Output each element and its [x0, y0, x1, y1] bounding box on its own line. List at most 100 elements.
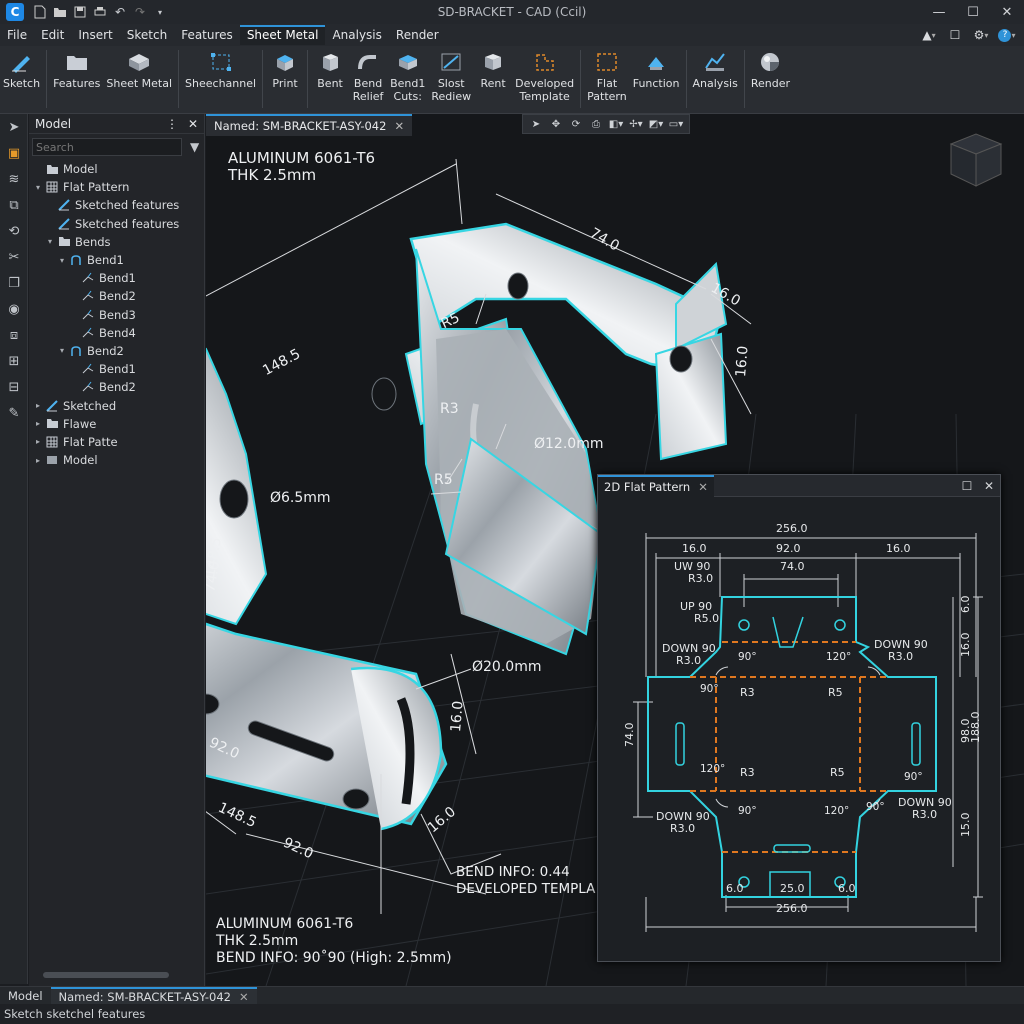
tab-model[interactable]: Model [0, 987, 51, 1005]
ribbon-rent-button[interactable]: Rent [474, 46, 512, 90]
expand-toggle-icon[interactable]: ▾ [57, 256, 67, 265]
tree-search-input[interactable] [32, 138, 182, 156]
menu-sketch[interactable]: Sketch [120, 25, 174, 45]
part-icon[interactable]: ▣ [0, 140, 28, 166]
select-arrow-icon[interactable]: ➤ [0, 114, 28, 140]
check-icon[interactable]: ◉ [0, 296, 28, 322]
help-icon[interactable]: ? ▾ [996, 26, 1018, 44]
layers-icon[interactable]: ≋ [0, 166, 28, 192]
expand-toggle-icon[interactable]: ▸ [33, 437, 43, 446]
close-icon[interactable]: ✕ [978, 479, 1000, 493]
tree-node[interactable]: Model [29, 160, 204, 178]
tree-node[interactable]: Bend2 [29, 287, 204, 305]
tree-node[interactable]: Bend2 [29, 378, 204, 396]
cut-icon[interactable]: ✂ [0, 244, 28, 270]
document-tab[interactable]: Named: SM-BRACKET-ASY-042 ✕ [206, 114, 413, 136]
expand-toggle-icon[interactable]: ▾ [45, 237, 55, 246]
close-icon[interactable]: ✕ [698, 480, 708, 494]
close-icon[interactable]: ✕ [188, 117, 198, 131]
open-folder-icon[interactable] [50, 2, 70, 22]
maximize-icon[interactable]: ☐ [956, 479, 978, 493]
ribbon-bend-cuts-button[interactable]: Bend1 Cuts: [387, 46, 428, 103]
select-icon[interactable]: ➤ [527, 116, 545, 132]
sheet-icon[interactable]: ⊞ [0, 348, 28, 374]
tree-node[interactable]: Sketched features [29, 196, 204, 214]
rotate-icon[interactable]: ⟲ [0, 218, 28, 244]
window-icon[interactable]: ☐ [944, 26, 966, 44]
tree-node[interactable]: ▸ Flawe [29, 415, 204, 433]
undo-icon[interactable]: ↶ [110, 2, 130, 22]
close-icon[interactable]: ✕ [394, 119, 404, 133]
expand-toggle-icon[interactable]: ▾ [57, 346, 67, 355]
ribbon-bent-button[interactable]: Bent [311, 46, 349, 90]
close-icon[interactable]: ✕ [239, 990, 249, 1004]
monitor-icon[interactable]: ▭▾ [667, 116, 685, 132]
expand-toggle-icon[interactable]: ▾ [33, 183, 43, 192]
customize-dropdown-icon[interactable]: ▾ [150, 2, 170, 22]
expand-toggle-icon[interactable]: ▸ [33, 419, 43, 428]
tree-node[interactable]: Sketched features [29, 215, 204, 233]
tree-node[interactable]: ▸ Sketched [29, 396, 204, 414]
section-icon[interactable]: ◩▾ [647, 116, 665, 132]
tree-node[interactable]: ▾ Bend1 [29, 251, 204, 269]
minimize-icon[interactable]: — [922, 0, 956, 24]
close-icon[interactable]: ✕ [990, 0, 1024, 24]
move-icon[interactable]: ✢▾ [627, 116, 645, 132]
tree-node[interactable]: ▸ Flat Patte [29, 433, 204, 451]
tree-node[interactable]: ▾ Flat Pattern [29, 178, 204, 196]
maximize-icon[interactable]: ☐ [956, 0, 990, 24]
tab-document[interactable]: Named: SM-BRACKET-ASY-042 ✕ [50, 986, 257, 1005]
ribbon-render-button[interactable]: Render [748, 46, 793, 90]
save-icon[interactable] [70, 2, 90, 22]
ribbon-function-button[interactable]: Function [630, 46, 683, 90]
ribbon-print-button[interactable]: Print [266, 46, 304, 90]
new-file-icon[interactable] [30, 2, 50, 22]
tree-node[interactable]: ▾ Bends [29, 233, 204, 251]
ribbon-developed-template-button[interactable]: Developed Template [512, 46, 577, 103]
filter-icon[interactable]: ▼ [190, 140, 199, 154]
menu-render[interactable]: Render [389, 25, 446, 45]
display-style-icon[interactable]: ◧▾ [607, 116, 625, 132]
ribbon-flat-pattern-button[interactable]: Flat Pattern [584, 46, 630, 103]
warning-icon[interactable]: ▲ ▾ [918, 26, 940, 44]
tree-node[interactable]: Bend1 [29, 360, 204, 378]
copy-icon[interactable]: ❐ [0, 270, 28, 296]
tree-scrollbar[interactable] [43, 972, 169, 978]
print-view-icon[interactable]: ⎙ [587, 116, 605, 132]
ribbon-sketch-button[interactable]: Sketch [0, 46, 43, 90]
assembly-icon[interactable]: ⧉ [0, 192, 28, 218]
flat-pattern-tab[interactable]: 2D Flat Pattern ✕ [598, 474, 714, 497]
ribbon-sheet-channel-button[interactable]: Sheechannel [182, 46, 259, 90]
stack-icon[interactable]: ⧈ [0, 322, 28, 348]
ribbon-analysis-button[interactable]: Analysis [690, 46, 741, 90]
print-icon[interactable] [90, 2, 110, 22]
redo-icon[interactable]: ↷ [130, 2, 150, 22]
expand-toggle-icon[interactable]: ▸ [33, 401, 43, 410]
ribbon-bend-relief-button[interactable]: Bend Relief [349, 46, 387, 103]
tree-node[interactable]: Bend4 [29, 324, 204, 342]
menu-insert[interactable]: Insert [71, 25, 119, 45]
tree-node[interactable]: Bend3 [29, 306, 204, 324]
menu-sheet-metal[interactable]: Sheet Metal [239, 25, 326, 45]
rotate-view-icon[interactable]: ⟳ [567, 116, 585, 132]
menu-edit[interactable]: Edit [34, 25, 71, 45]
wrench-icon[interactable]: ✎ [0, 400, 28, 426]
flat-dimension-label: 6.0 [726, 882, 744, 895]
tree-node[interactable]: ▸ Model [29, 451, 204, 469]
view-cube[interactable] [949, 133, 1003, 187]
menu-file[interactable]: File [0, 25, 34, 45]
settings-icon[interactable]: ⚙ ▾ [970, 26, 992, 44]
left-toolbar: ➤ ▣ ≋ ⧉ ⟲ ✂ ❐ ◉ ⧈ ⊞ ⊟ ✎ [0, 114, 28, 984]
ribbon-sheet-metal-button[interactable]: Sheet Metal [103, 46, 175, 90]
menu-features[interactable]: Features [174, 25, 240, 45]
app-logo[interactable]: C [6, 3, 24, 21]
ribbon-slot-review-button[interactable]: Slost Rediew [428, 46, 474, 103]
tree-node[interactable]: Bend1 [29, 269, 204, 287]
ribbon-features-button[interactable]: Features [50, 46, 103, 90]
menu-analysis[interactable]: Analysis [325, 25, 388, 45]
measure-icon[interactable]: ⊟ [0, 374, 28, 400]
pan-icon[interactable]: ✥ [547, 116, 565, 132]
tree-node[interactable]: ▾ Bend2 [29, 342, 204, 360]
expand-toggle-icon[interactable]: ▸ [33, 456, 43, 465]
more-options-icon[interactable]: ⋮ [166, 117, 178, 131]
